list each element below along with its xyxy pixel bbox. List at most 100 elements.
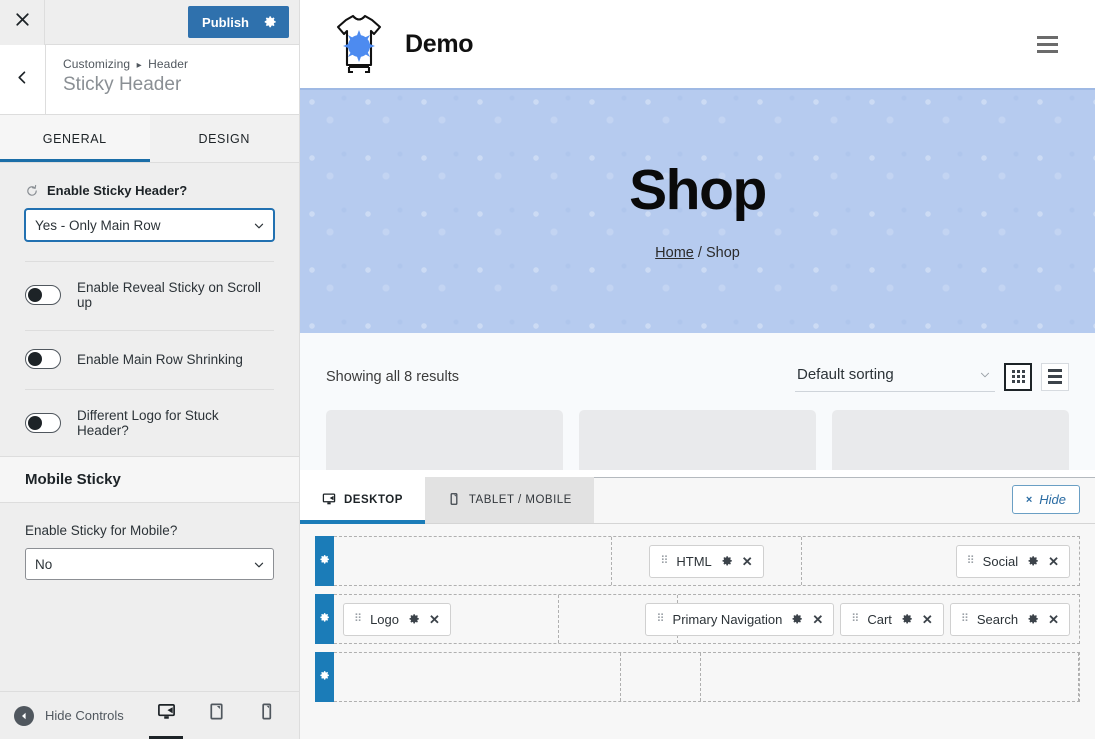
builder-zone-right[interactable]: ⠿ Social ✕ <box>802 537 1079 585</box>
hamburger-menu-icon[interactable] <box>1037 35 1058 53</box>
gear-icon[interactable] <box>408 613 420 625</box>
control-different-logo[interactable]: Different Logo for Stuck Header? <box>0 390 299 438</box>
section-mobile-sticky[interactable]: Mobile Sticky <box>0 456 299 503</box>
builder-row-zones: ⠿ Logo ✕ ⠿ Primary Navigation ✕ ⠿ Cart ✕… <box>334 594 1080 644</box>
publish-button-label: Publish <box>202 14 249 30</box>
control-main-row-shrinking[interactable]: Enable Main Row Shrinking <box>0 331 299 369</box>
builder-tab-desktop[interactable]: DESKTOP <box>300 477 425 524</box>
device-tablet-button[interactable] <box>201 699 231 733</box>
drag-handle-icon[interactable]: ⠿ <box>354 613 362 625</box>
row-settings-button[interactable] <box>315 594 334 644</box>
page-hero: Shop Home / Shop <box>300 88 1095 333</box>
builder-zone-left[interactable]: ⠿ Logo ✕ <box>334 595 560 643</box>
sort-select-wrap: Default sorting <box>795 361 995 392</box>
builder-zone-left[interactable] <box>334 537 613 585</box>
sort-select[interactable]: Default sorting <box>795 361 995 392</box>
builder-row-top: ⠿ HTML ✕ ⠿ Social ✕ <box>315 536 1080 586</box>
drag-handle-icon[interactable]: ⠿ <box>660 555 668 567</box>
breadcrumb: Customizing ▸ Header <box>63 57 188 71</box>
drag-handle-icon[interactable]: ⠿ <box>961 613 969 625</box>
different-logo-toggle[interactable] <box>25 413 61 433</box>
gear-icon[interactable] <box>1027 613 1039 625</box>
remove-icon[interactable]: ✕ <box>922 613 933 626</box>
gear-icon[interactable] <box>1027 555 1039 567</box>
builder-zone-center[interactable] <box>621 653 701 701</box>
remove-icon[interactable]: ✕ <box>1048 555 1059 568</box>
mobile-sticky-label: Enable Sticky for Mobile? <box>25 523 178 538</box>
sticky-header-select[interactable]: Yes - Only Main Row <box>25 209 274 241</box>
site-header: Demo <box>300 0 1095 88</box>
shop-toolbar-right: Default sorting <box>795 361 1069 392</box>
remove-icon[interactable]: ✕ <box>812 613 823 626</box>
gear-icon[interactable] <box>901 613 913 625</box>
hero-title: Shop <box>629 158 767 222</box>
sticky-header-select-wrap: Yes - Only Main Row <box>25 209 274 241</box>
drag-handle-icon[interactable]: ⠿ <box>656 613 664 625</box>
builder-item-label: Cart <box>867 611 892 627</box>
tab-design[interactable]: DESIGN <box>149 115 299 162</box>
remove-icon[interactable]: ✕ <box>742 555 753 568</box>
builder-row-zones <box>334 652 1080 702</box>
builder-item-cart[interactable]: ⠿ Cart ✕ <box>840 602 944 636</box>
builder-item-logo[interactable]: ⠿ Logo ✕ <box>343 602 451 636</box>
back-button[interactable] <box>0 45 46 114</box>
customizer-app: Publish Customizing ▸ Header Sticky Head… <box>0 0 1095 739</box>
mobile-sticky-title: Mobile Sticky <box>25 471 121 488</box>
sidebar-footer: Hide Controls <box>0 691 299 739</box>
drag-handle-icon[interactable]: ⠿ <box>967 555 975 567</box>
product-card-placeholder[interactable] <box>832 410 1069 470</box>
builder-zone-right[interactable]: ⠿ Primary Navigation ✕ ⠿ Cart ✕ ⠿ Search… <box>645 595 1079 643</box>
builder-zone-right[interactable] <box>701 653 1079 701</box>
tab-general[interactable]: GENERAL <box>0 115 150 162</box>
device-preview-switcher <box>149 699 281 739</box>
burger-line <box>1037 49 1058 53</box>
reveal-sticky-toggle[interactable] <box>25 285 61 305</box>
row-settings-button[interactable] <box>315 536 334 586</box>
builder-zone-center[interactable]: ⠿ HTML ✕ <box>612 537 802 585</box>
product-card-placeholder[interactable] <box>579 410 816 470</box>
hide-controls-label: Hide Controls <box>45 708 124 723</box>
remove-icon[interactable]: ✕ <box>1048 613 1059 626</box>
mobile-sticky-select[interactable]: No <box>25 548 274 580</box>
builder-item-search[interactable]: ⠿ Search ✕ <box>949 602 1070 636</box>
builder-tab-tablet-mobile[interactable]: TABLET / MOBILE <box>424 477 594 523</box>
control-reveal-sticky[interactable]: Enable Reveal Sticky on Scroll up <box>0 262 299 310</box>
gear-icon[interactable] <box>263 15 277 29</box>
breadcrumb-root: Customizing <box>63 57 131 71</box>
tab-design-label: DESIGN <box>198 131 251 146</box>
close-customizer-button[interactable] <box>0 0 45 45</box>
builder-item-primary-navigation[interactable]: ⠿ Primary Navigation ✕ <box>645 602 835 636</box>
reset-icon[interactable] <box>25 184 39 198</box>
builder-item-html[interactable]: ⠿ HTML ✕ <box>649 544 764 578</box>
builder-tabs: DESKTOP TABLET / MOBILE × Hide <box>300 477 1095 524</box>
grid-view-button[interactable] <box>1004 362 1032 391</box>
gear-icon[interactable] <box>721 555 733 567</box>
builder-row-bottom <box>315 652 1080 702</box>
builder-zone-left[interactable] <box>334 653 621 701</box>
brand[interactable]: Demo <box>333 10 474 78</box>
mobile-icon <box>257 702 276 726</box>
breadcrumb-home-link[interactable]: Home <box>655 245 694 261</box>
remove-icon[interactable]: ✕ <box>429 613 440 626</box>
toggle-knob <box>28 288 42 302</box>
grid-icon <box>1011 370 1025 383</box>
shop-toolbar: Showing all 8 results Default sorting <box>326 333 1069 410</box>
device-desktop-button[interactable] <box>149 699 183 739</box>
list-view-button[interactable] <box>1041 362 1069 391</box>
burger-line <box>1037 42 1058 46</box>
hide-builder-button[interactable]: × Hide <box>1011 485 1080 514</box>
publish-button[interactable]: Publish <box>188 6 289 38</box>
product-grid <box>326 410 1069 470</box>
hide-builder-label: Hide <box>1039 492 1066 507</box>
hide-controls-button[interactable]: Hide Controls <box>14 705 124 726</box>
drag-handle-icon[interactable]: ⠿ <box>851 613 859 625</box>
panel-titles: Customizing ▸ Header Sticky Header <box>46 45 188 114</box>
row-settings-button[interactable] <box>315 652 334 702</box>
close-icon: × <box>1025 493 1033 506</box>
main-row-shrinking-toggle[interactable] <box>25 349 61 369</box>
product-card-placeholder[interactable] <box>326 410 563 470</box>
device-mobile-button[interactable] <box>251 699 281 733</box>
builder-item-social[interactable]: ⠿ Social ✕ <box>955 544 1070 578</box>
gear-icon[interactable] <box>791 613 803 625</box>
builder-rows: ⠿ HTML ✕ ⠿ Social ✕ ⠿ Logo ✕ ⠿ Primary N… <box>300 524 1095 702</box>
